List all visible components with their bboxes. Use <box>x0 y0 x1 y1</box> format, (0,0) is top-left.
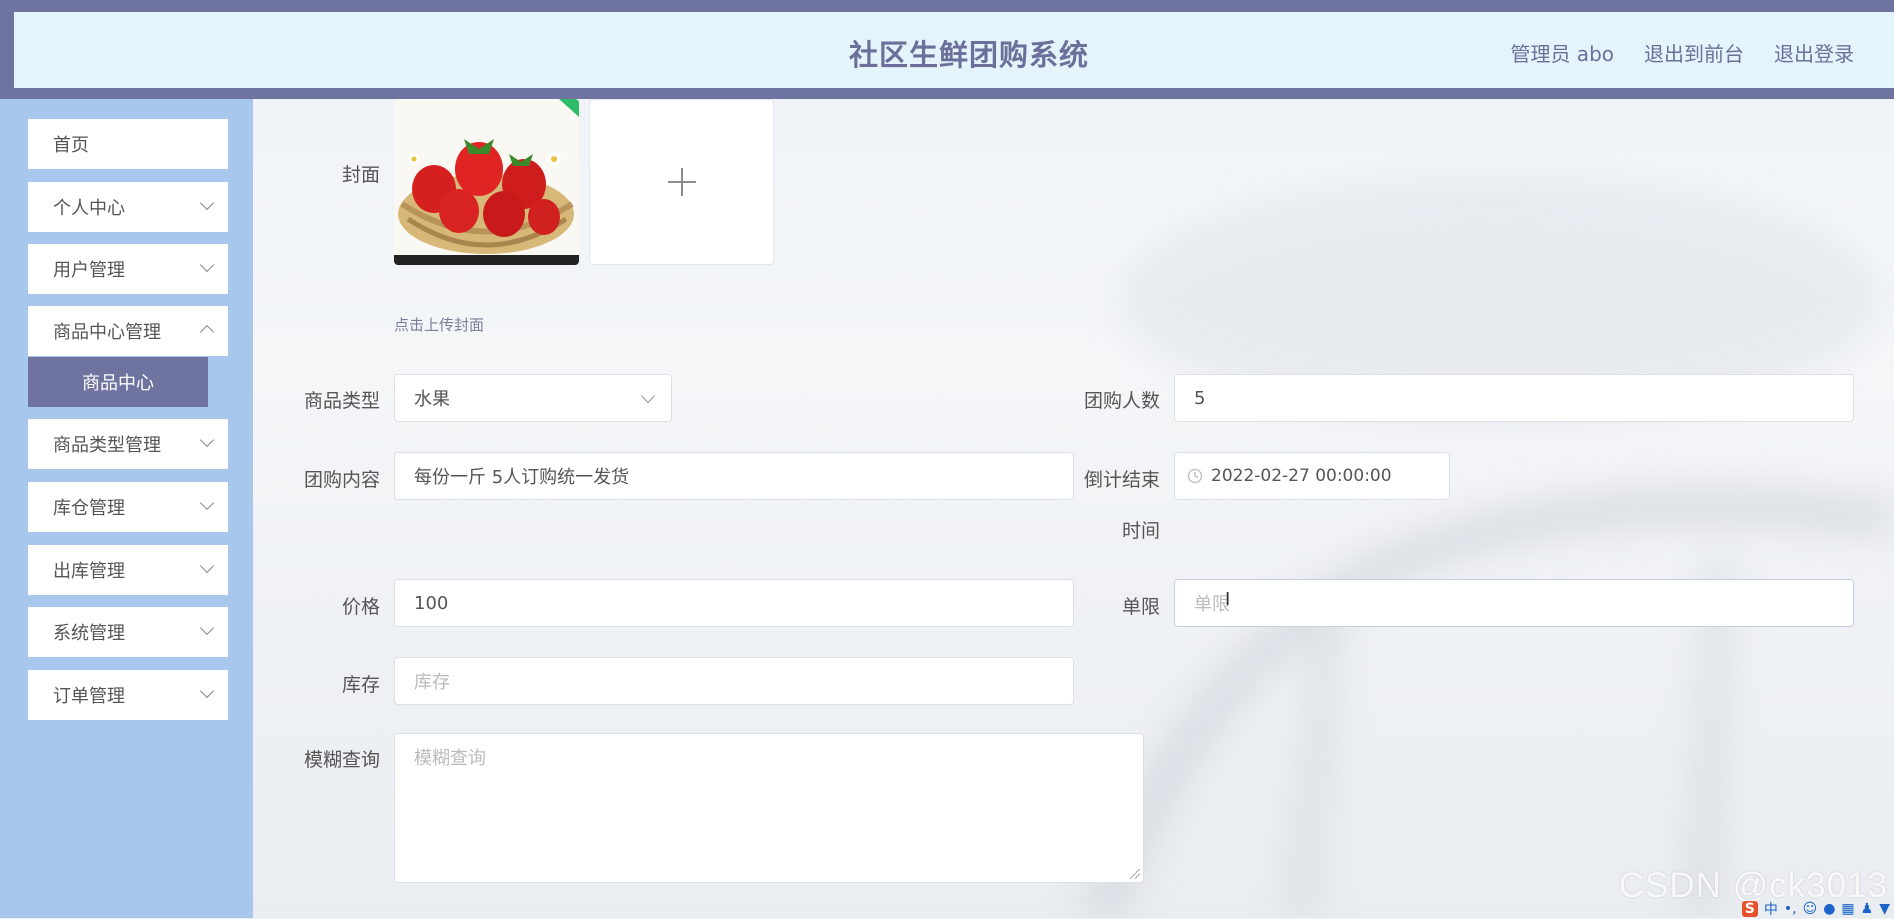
user-icon[interactable]: ♟ <box>1861 901 1874 917</box>
price-value: 100 <box>414 592 449 614</box>
sidebar-item-personal-center[interactable]: 个人中心 <box>28 182 228 232</box>
sidebar-item-outbound-management[interactable]: 出库管理 <box>28 545 228 595</box>
chevron-down-icon <box>199 195 215 211</box>
chevron-down-icon <box>199 683 215 699</box>
group-count-label: 团购人数 <box>1083 390 1160 412</box>
product-type-value: 水果 <box>414 389 450 410</box>
group-count-value: 5 <box>1194 387 1206 409</box>
stock-input[interactable]: 库存 <box>394 657 1074 705</box>
cover-upload-button[interactable] <box>589 99 774 265</box>
cover-image-strawberries[interactable] <box>394 99 579 265</box>
resize-handle-icon[interactable] <box>1130 869 1140 879</box>
fuzzy-query-placeholder: 模糊查询 <box>414 748 486 769</box>
sidebar-item-label: 系统管理 <box>53 623 125 644</box>
sidebar-item-user-management[interactable]: 用户管理 <box>28 244 228 294</box>
ime-language-indicator[interactable]: 中 <box>1764 899 1778 919</box>
exit-to-front-link[interactable]: 退出到前台 <box>1644 38 1744 67</box>
price-label: 价格 <box>341 596 380 618</box>
sidebar-item-label: 订单管理 <box>53 686 125 707</box>
sidebar-item-label: 商品中心管理 <box>53 322 161 343</box>
sidebar-item-label: 用户管理 <box>53 260 125 281</box>
sidebar-item-home[interactable]: 首页 <box>28 119 228 169</box>
sidebar-item-system-management[interactable]: 系统管理 <box>28 607 228 657</box>
skin-icon[interactable]: ▼ <box>1879 901 1890 917</box>
group-content-value: 每份一斤 5人订购统一发货 <box>414 467 630 488</box>
admin-user-link[interactable]: 管理员 abo <box>1510 38 1614 67</box>
keyboard-icon[interactable]: ▦ <box>1841 901 1854 917</box>
text-cursor-icon: I <box>1225 589 1231 610</box>
logout-link[interactable]: 退出登录 <box>1774 38 1854 67</box>
sidebar-item-product-type-management[interactable]: 商品类型管理 <box>28 419 228 469</box>
sidebar-item-label: 首页 <box>53 135 89 156</box>
countdown-value: 2022-02-27 00:00:00 <box>1211 466 1392 486</box>
sidebar-item-product-center-management[interactable]: 商品中心管理 <box>28 306 228 356</box>
header: 社区生鲜团购系统 管理员 abo 退出到前台 退出登录 <box>14 12 1894 88</box>
stock-placeholder: 库存 <box>414 672 450 693</box>
fuzzy-query-textarea[interactable]: 模糊查询 <box>394 733 1144 883</box>
sidebar: 首页 个人中心 用户管理 商品中心管理 商品中心 商品类型管理 库仓管理 出库管… <box>0 99 253 918</box>
chevron-down-icon <box>199 257 215 273</box>
sidebar-item-warehouse-management[interactable]: 库仓管理 <box>28 482 228 532</box>
plus-icon <box>667 168 696 196</box>
top-bar: 社区生鲜团购系统 管理员 abo 退出到前台 退出登录 <box>0 0 1894 99</box>
countdown-label-line1: 倒计结束 <box>1083 469 1160 491</box>
limit-label: 单限 <box>1121 596 1160 618</box>
ime-logo-icon[interactable]: S <box>1741 901 1758 917</box>
price-input[interactable]: 100 <box>394 579 1074 627</box>
header-links: 管理员 abo 退出到前台 退出登录 <box>1510 38 1854 67</box>
system-tray: S 中 •, ☺ ● ▦ ♟ ▼ <box>1741 899 1890 919</box>
strawberry-basket-image <box>394 99 579 265</box>
sidebar-item-label: 商品类型管理 <box>53 435 161 456</box>
microphone-icon[interactable]: ● <box>1823 901 1835 917</box>
product-type-label: 商品类型 <box>303 390 380 412</box>
chevron-down-icon <box>640 388 656 404</box>
limit-input[interactable]: 单限 <box>1174 579 1854 627</box>
chevron-down-icon <box>199 495 215 511</box>
sidebar-item-label: 出库管理 <box>53 561 125 582</box>
group-count-input[interactable]: 5 <box>1174 374 1854 422</box>
sidebar-subitem-product-center[interactable]: 商品中心 <box>28 357 208 407</box>
sidebar-item-label: 个人中心 <box>53 198 125 219</box>
chevron-down-icon <box>199 432 215 448</box>
clock-icon <box>1187 468 1203 484</box>
countdown-datetime-picker[interactable]: 2022-02-27 00:00:00 <box>1174 452 1450 500</box>
sidebar-item-label: 库仓管理 <box>53 498 125 519</box>
cover-upload-tip: 点击上传封面 <box>394 316 485 334</box>
stock-label: 库存 <box>341 674 380 696</box>
group-content-label: 团购内容 <box>303 469 380 491</box>
countdown-label-line2: 时间 <box>1121 520 1160 542</box>
product-type-select[interactable]: 水果 <box>394 374 672 422</box>
chevron-down-icon <box>199 620 215 636</box>
fuzzy-query-label: 模糊查询 <box>303 749 380 771</box>
group-content-input[interactable]: 每份一斤 5人订购统一发货 <box>394 452 1074 500</box>
emoji-icon[interactable]: ☺ <box>1803 901 1818 917</box>
chevron-down-icon <box>199 558 215 574</box>
sidebar-item-order-management[interactable]: 订单管理 <box>28 670 228 720</box>
punctuation-icon[interactable]: •, <box>1784 901 1797 917</box>
chevron-up-icon <box>199 324 215 340</box>
cover-label: 封面 <box>341 164 380 186</box>
